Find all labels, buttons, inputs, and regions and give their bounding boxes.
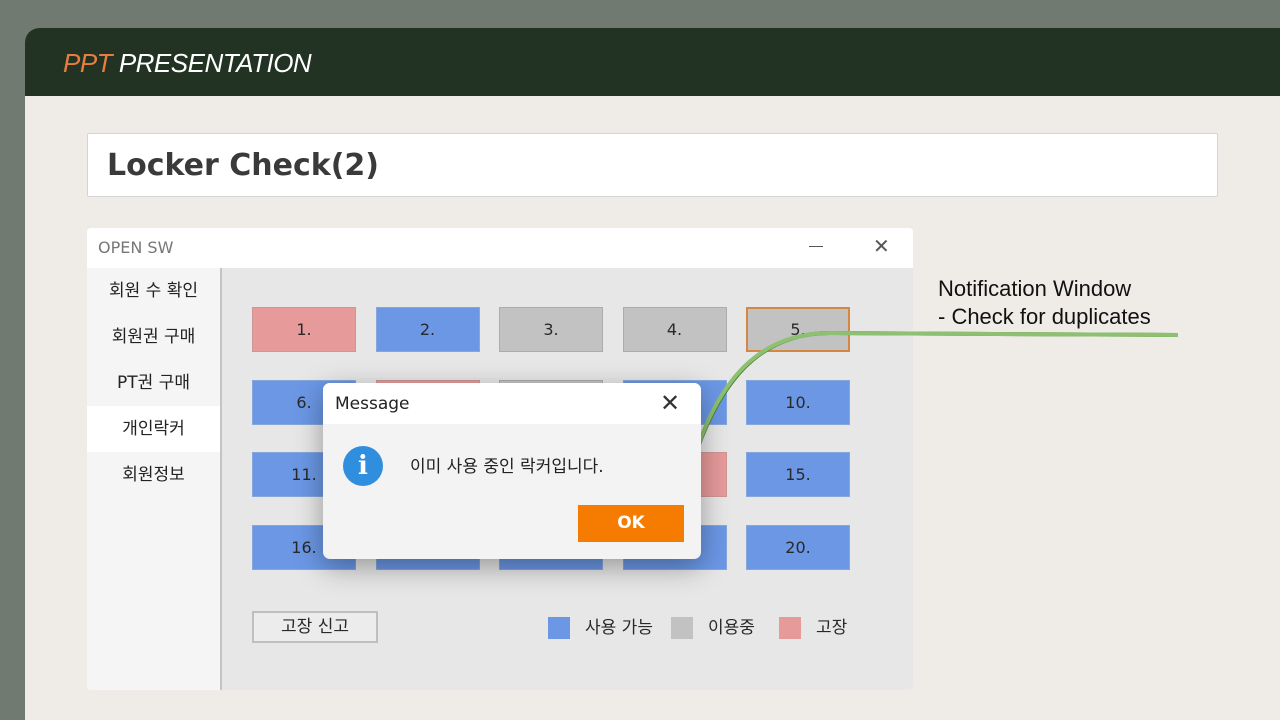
app-titlebar: OPEN SW ✕ — [87, 228, 913, 268]
dialog-message: 이미 사용 중인 락커입니다. — [410, 457, 604, 477]
sidebar-item-4[interactable]: 회원정보 — [87, 452, 220, 498]
sidebar-item-3[interactable]: 개인락커 — [87, 406, 220, 452]
annotation-line-2: - Check for duplicates — [938, 304, 1151, 329]
slide-header: PPT PRESENTATION — [25, 28, 1280, 96]
annotation-line-1: Notification Window — [938, 276, 1132, 301]
brand-rest: PRESENTATION — [118, 48, 312, 78]
brand-title: PPT PRESENTATION — [63, 48, 312, 79]
slide-title-box: Locker Check(2) — [87, 133, 1218, 197]
slide-title: Locker Check(2) — [107, 148, 379, 183]
close-icon[interactable]: ✕ — [873, 236, 890, 256]
sidebar-item-0[interactable]: 회원 수 확인 — [87, 268, 220, 314]
dialog-titlebar: Message ✕ — [323, 383, 701, 424]
sidebar-item-1[interactable]: 회원권 구매 — [87, 314, 220, 360]
message-dialog: Message ✕ i 이미 사용 중인 락커입니다. OK — [323, 383, 701, 559]
dialog-close-icon[interactable]: ✕ — [660, 389, 680, 417]
slide: PPT PRESENTATION Locker Check(2) OPEN SW… — [25, 28, 1280, 720]
minimize-icon[interactable] — [809, 246, 823, 247]
info-icon: i — [343, 446, 383, 486]
ok-button[interactable]: OK — [578, 505, 684, 542]
sidebar: 회원 수 확인 회원권 구매 PT권 구매 개인락커 회원정보 — [87, 268, 222, 690]
brand-accent: PPT — [63, 48, 113, 78]
app-title: OPEN SW — [98, 238, 174, 257]
sidebar-item-2[interactable]: PT권 구매 — [87, 360, 220, 406]
dialog-title: Message — [335, 394, 410, 414]
annotation-text: Notification Window - Check for duplicat… — [938, 275, 1151, 331]
